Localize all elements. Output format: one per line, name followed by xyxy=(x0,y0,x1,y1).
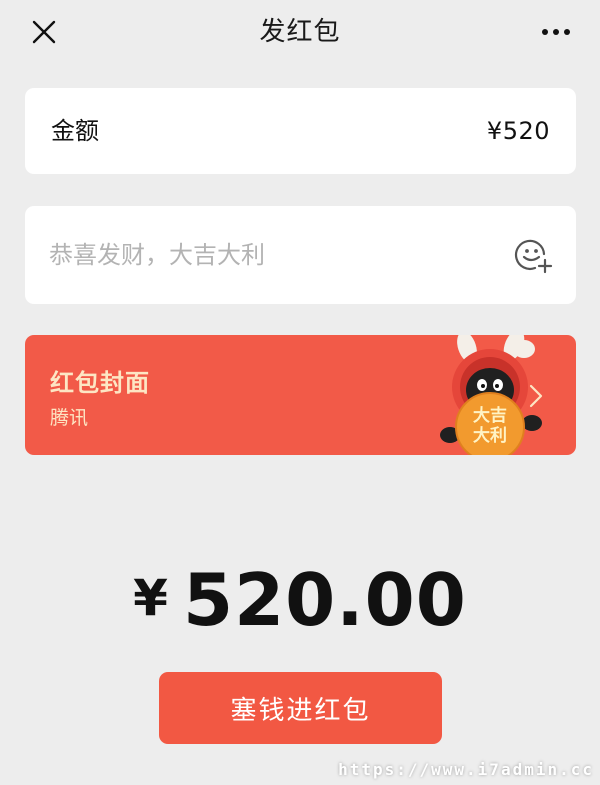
greeting-input[interactable] xyxy=(49,206,489,304)
cover-subtitle: 腾讯 xyxy=(50,407,89,429)
cover-title: 红包封面 xyxy=(50,369,150,397)
top-bar: 发红包 xyxy=(0,0,600,62)
amount-label: 金额 xyxy=(51,117,99,145)
send-red-packet-button[interactable]: 塞钱进红包 xyxy=(159,672,442,744)
amount-row[interactable]: 金额 ¥520 xyxy=(25,88,576,174)
total-amount: ¥520.00 xyxy=(0,556,600,642)
watermark: https://www.i7admin.cc xyxy=(338,760,594,779)
more-dots-icon xyxy=(542,29,570,35)
red-packet-cover-banner[interactable]: 红包封面 腾讯 大吉 大利 xyxy=(25,335,576,455)
mascot-text-bottom: 大利 xyxy=(473,425,507,446)
total-value: 520.00 xyxy=(182,558,467,642)
more-button[interactable] xyxy=(534,12,578,52)
mascot-text-top: 大吉 xyxy=(473,405,507,426)
total-currency: ¥ xyxy=(133,569,169,627)
message-row xyxy=(25,206,576,304)
emoji-button[interactable] xyxy=(514,236,554,276)
amount-value: ¥520 xyxy=(486,117,550,145)
chevron-right-icon xyxy=(529,384,543,408)
page-title: 发红包 xyxy=(259,17,341,47)
emoji-add-icon xyxy=(514,239,553,274)
